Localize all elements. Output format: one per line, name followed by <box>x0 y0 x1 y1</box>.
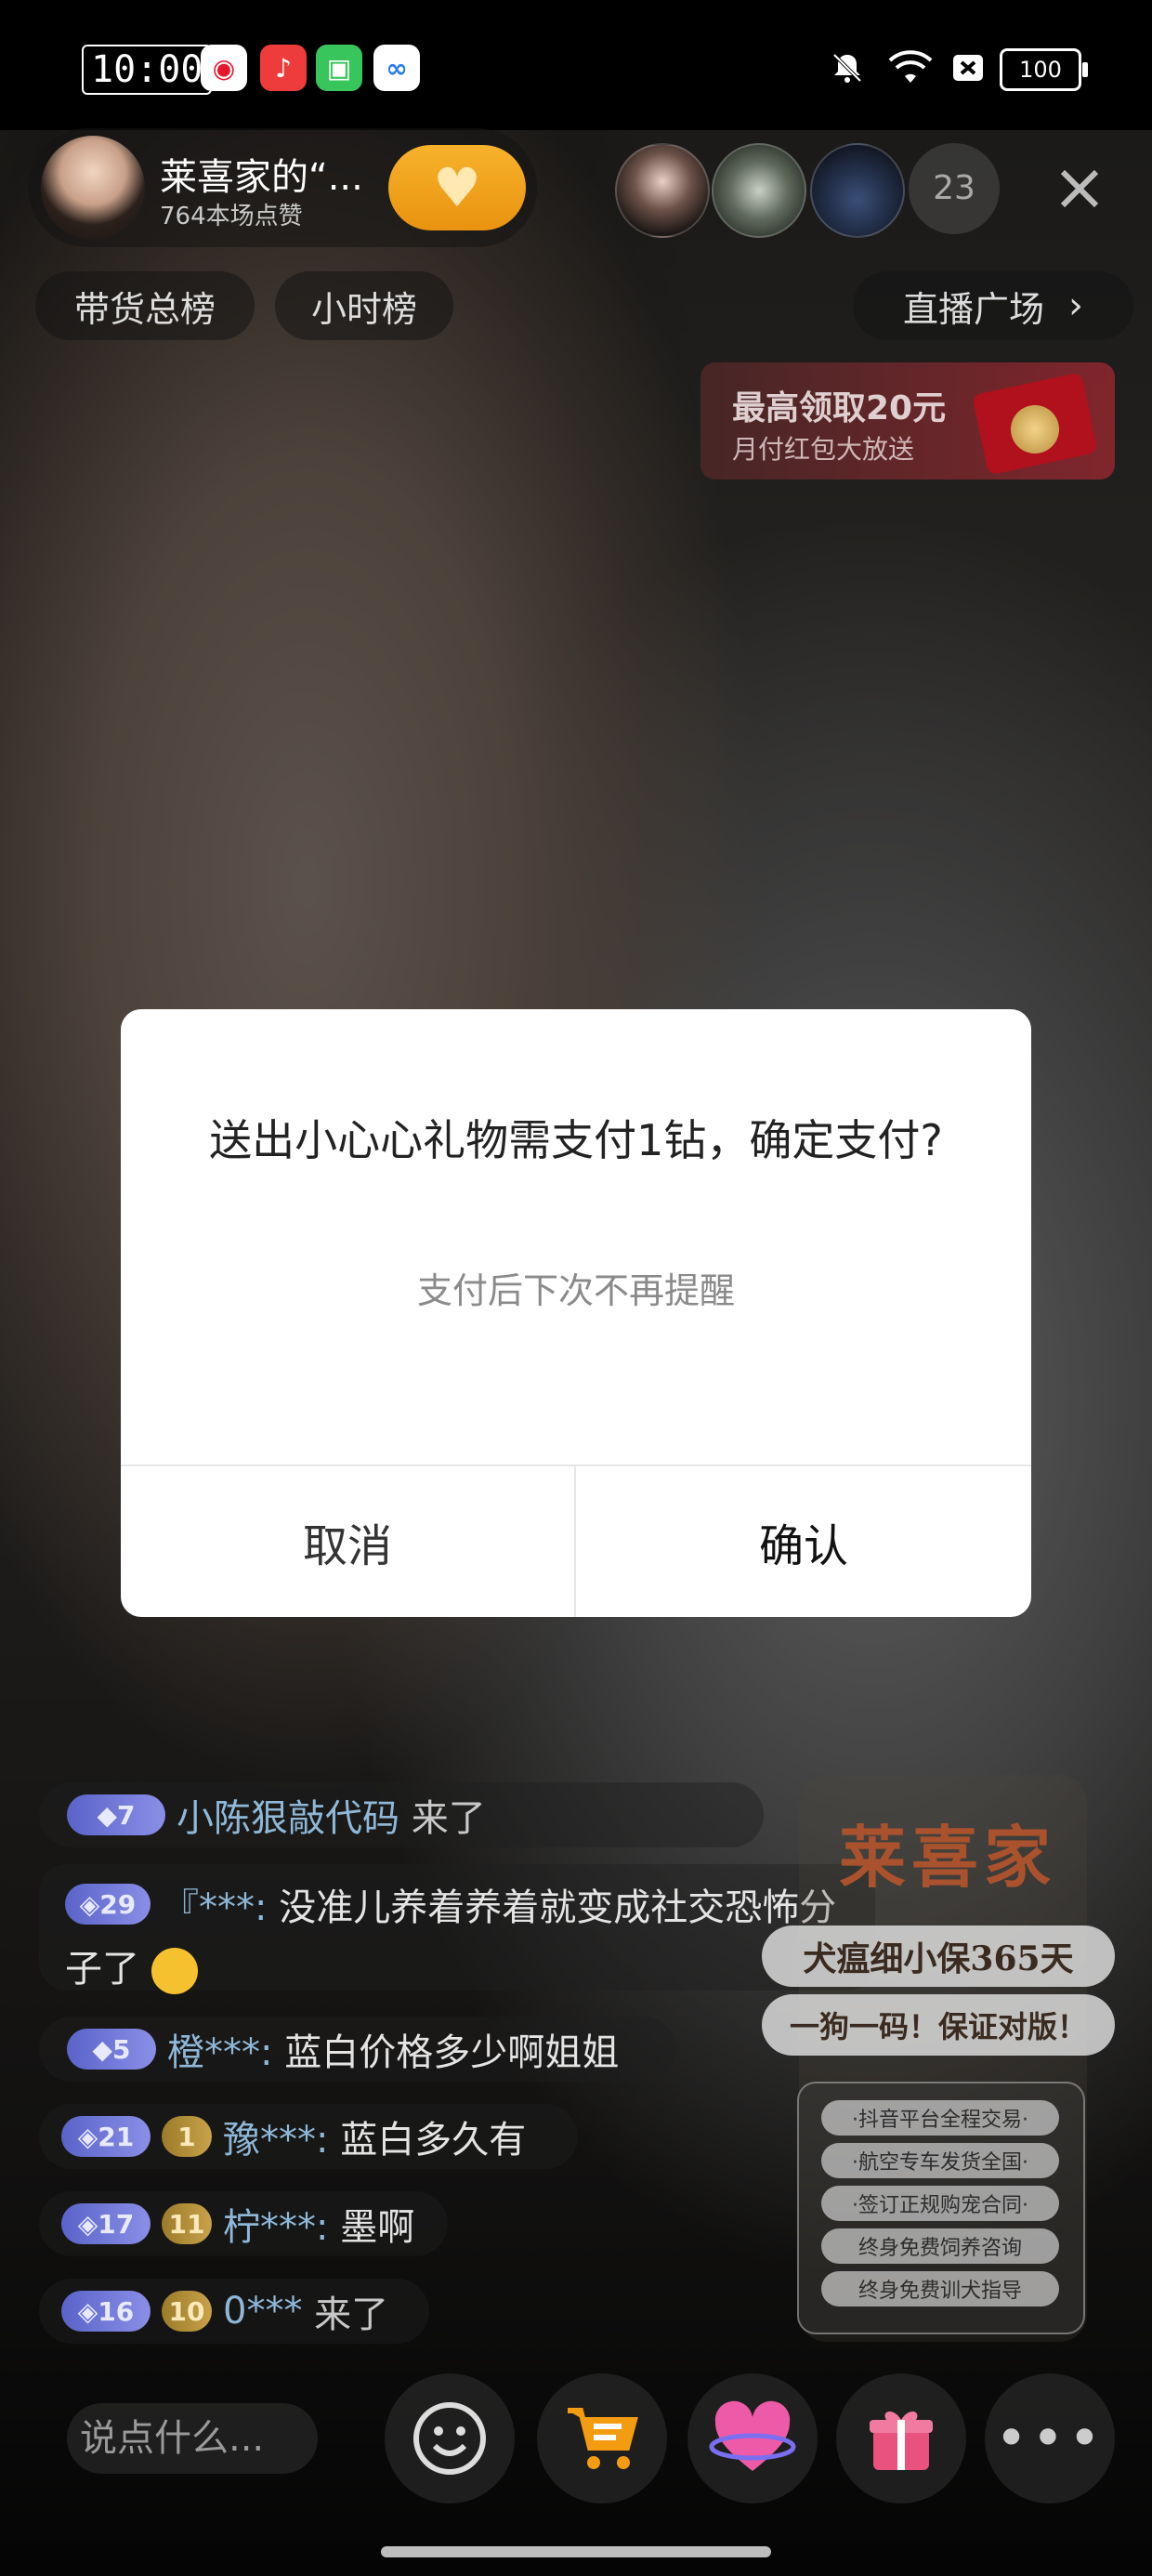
fan-badge: 11 <box>162 2203 212 2244</box>
hour-rank-button[interactable]: 小时榜 <box>275 271 453 340</box>
promo-subtitle: 月付红包大放送 <box>732 434 915 465</box>
fan-badge: 10 <box>162 2291 212 2332</box>
gift-button[interactable] <box>836 2373 966 2504</box>
sales-rank-label: 带货总榜 <box>73 288 216 330</box>
chat-message: ◈ 17 11 柠***: 墨啊 <box>39 2191 448 2256</box>
smiley-icon <box>413 2402 486 2475</box>
wifi-icon <box>883 41 938 95</box>
chat-username[interactable]: 『***: <box>162 1877 267 1931</box>
level-badge: ◈ 17 <box>61 2203 151 2244</box>
level-badge: ◆ 5 <box>67 2029 156 2070</box>
level-badge: ◈ 16 <box>61 2291 151 2332</box>
host-avatar[interactable] <box>41 136 145 240</box>
heart-plus-icon: ♥ <box>433 156 481 219</box>
slogan-vaccine[interactable]: 犬瘟细小保365天 <box>762 1925 1115 1987</box>
weibo-icon: ◉ <box>201 45 247 91</box>
chat-text: 蓝白价格多少啊姐姐 <box>284 2031 620 2074</box>
chat-text-continued: 子了 <box>65 1948 139 1991</box>
hour-rank-label: 小时榜 <box>310 288 417 330</box>
market-icon: ▣ <box>316 45 362 91</box>
brand-logo: 莱喜家 <box>838 1818 1056 1897</box>
chat-username[interactable]: 柠***: <box>223 2197 328 2251</box>
close-live-button[interactable] <box>1031 143 1128 234</box>
chat-text: 蓝白多久有 <box>340 2119 527 2162</box>
sim-icon <box>946 41 990 95</box>
more-dots-icon: ••• <box>994 2406 1106 2471</box>
fan-badge: 1 <box>162 2116 212 2157</box>
live-square-label: 直播广场 <box>902 288 1044 330</box>
red-packet-promo[interactable]: 最高领取20元 月付红包大放送 <box>700 362 1115 480</box>
chevron-right-icon: › <box>1068 284 1083 327</box>
viewer-avatar[interactable] <box>712 143 806 238</box>
cloud-icon: ∞ <box>373 45 420 91</box>
comment-input[interactable]: 说点什么... <box>67 2403 318 2474</box>
chat-username[interactable]: 小陈狠敲代码 <box>177 1788 399 1842</box>
feature-item: ·航空专车发货全国· <box>821 2143 1059 2178</box>
shopping-cart-button[interactable] <box>537 2373 667 2504</box>
status-time: 10:00 <box>82 45 213 95</box>
more-button[interactable]: ••• <box>985 2373 1115 2504</box>
level-badge: ◈ 29 <box>65 1884 151 1925</box>
feature-item: ·抖音平台全程交易· <box>821 2100 1059 2136</box>
like-button[interactable] <box>687 2373 818 2504</box>
host-info-panel[interactable]: 莱喜家的“... 764本场点赞 ♥ <box>28 128 537 247</box>
slogan-verified[interactable]: 一狗一码！保证对版！ <box>762 1994 1115 2056</box>
emoji-button[interactable] <box>385 2373 515 2504</box>
viewer-avatar[interactable] <box>810 143 905 238</box>
laughing-emoji-icon <box>151 1948 198 1994</box>
sales-rank-button[interactable]: 带货总榜 <box>35 271 255 340</box>
cart-icon <box>568 2408 638 2469</box>
chat-message: ◆ 7 小陈狠敲代码 来了 <box>39 1782 764 1847</box>
feature-item[interactable]: 终身免费饲养咨询 <box>821 2228 1059 2264</box>
heart-icon <box>709 2400 796 2471</box>
viewer-count[interactable]: 23 <box>909 143 1000 234</box>
chat-username[interactable]: 0*** <box>223 2290 302 2333</box>
feature-item: 终身免费训犬指导 <box>821 2271 1059 2307</box>
dialog-title: 送出小心心礼物需支付1钻，确定支付? <box>209 1115 943 1165</box>
chat-username[interactable]: 豫***: <box>223 2109 328 2163</box>
chat-message: ◈ 21 1 豫***: 蓝白多久有 <box>39 2104 578 2169</box>
home-indicator[interactable] <box>381 2546 771 2557</box>
chat-username[interactable]: 橙***: <box>167 2022 272 2076</box>
cancel-button[interactable]: 取消 <box>121 1466 574 1617</box>
battery-indicator: 100 <box>1000 48 1088 91</box>
close-icon <box>1060 169 1099 208</box>
level-badge: ◆ 7 <box>67 1794 165 1835</box>
level-badge: ◈ 21 <box>61 2116 151 2157</box>
host-name: 莱喜家的“... <box>160 156 363 199</box>
chat-text: 墨啊 <box>340 2206 415 2249</box>
live-square-button[interactable]: 直播广场 › <box>853 271 1133 340</box>
coin-icon <box>1011 405 1059 453</box>
dialog-subtitle: 支付后下次不再提醒 <box>416 1270 735 1311</box>
chat-message: ◆ 5 橙***: 蓝白价格多少啊姐姐 <box>39 2017 676 2082</box>
promo-title: 最高领取20元 <box>732 389 947 427</box>
mute-icon <box>821 41 873 95</box>
payment-confirm-dialog: 送出小心心礼物需支付1钻，确定支付? 支付后下次不再提醒 取消 确认 <box>121 1009 1031 1617</box>
chat-text: 来了 <box>411 1797 486 1840</box>
follow-button[interactable]: ♥ <box>388 145 526 230</box>
chat-text: 来了 <box>314 2293 389 2336</box>
host-likes: 764本场点赞 <box>160 203 303 230</box>
music-icon: ♪ <box>260 45 307 91</box>
chat-text: 没准儿养着养着就变成社交恐怖分 <box>279 1886 837 1929</box>
chat-message: ◈ 16 10 0*** 来了 <box>39 2279 429 2344</box>
gift-icon <box>870 2411 933 2470</box>
viewer-avatar[interactable] <box>615 143 710 238</box>
chat-message: ◈ 29 『***: 没准儿养着养着就变成社交恐怖分 子了 <box>39 1864 875 1994</box>
confirm-button[interactable]: 确认 <box>576 1466 1031 1617</box>
feature-item[interactable]: ·签订正规购宠合同· <box>821 2186 1059 2221</box>
